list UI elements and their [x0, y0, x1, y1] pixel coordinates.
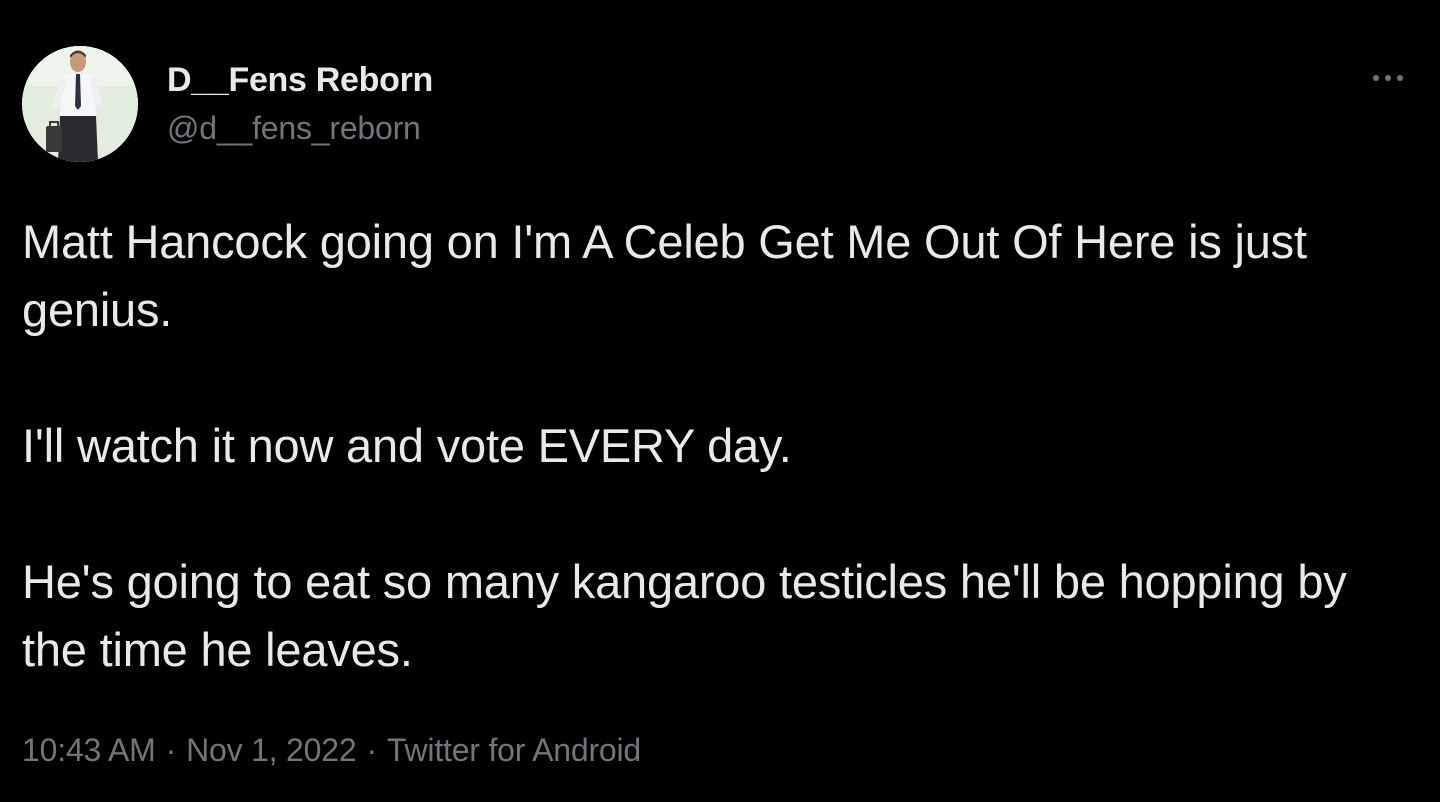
tweet-paragraph: He's going to eat so many kangaroo testi… — [22, 555, 1347, 676]
tweet-date[interactable]: Nov 1, 2022 — [186, 732, 357, 768]
tweet-paragraph: I'll watch it now and vote EVERY day. — [22, 419, 792, 472]
tweet-meta: 10:43 AM · Nov 1, 2022 · Twitter for Android — [22, 728, 641, 772]
tweet-paragraph: Matt Hancock going on I'm A Celeb Get Me… — [22, 215, 1307, 336]
author-handle[interactable]: @d__fens_reborn — [167, 109, 433, 147]
meta-separator: · — [366, 732, 377, 768]
author-display-name[interactable]: D__Fens Reborn — [167, 60, 433, 100]
tweet-card: D__Fens Reborn @d__fens_reborn Matt Hanc… — [0, 0, 1440, 802]
tweet-text: Matt Hancock going on I'm A Celeb Get Me… — [22, 208, 1412, 684]
more-options-button[interactable] — [1364, 62, 1412, 92]
meta-separator: · — [165, 732, 177, 768]
avatar[interactable] — [22, 46, 138, 162]
tweet-source[interactable]: Twitter for Android — [387, 732, 641, 768]
tweet-author: D__Fens Reborn @d__fens_reborn — [167, 60, 433, 147]
avatar-image — [22, 46, 138, 162]
more-horizontal-icon — [1370, 68, 1406, 86]
tweet-time[interactable]: 10:43 AM — [22, 732, 156, 768]
